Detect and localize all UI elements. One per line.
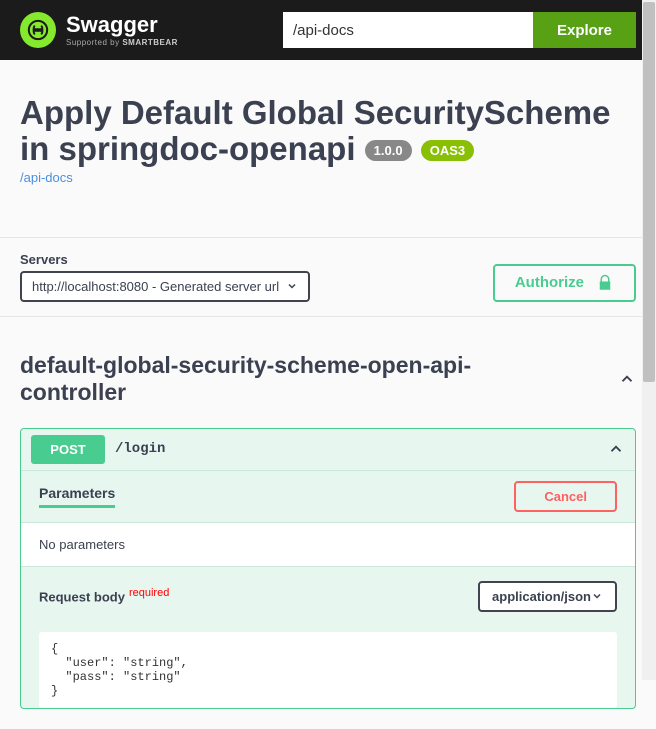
request-body-editor[interactable]: { "user": "string", "pass": "string" } bbox=[39, 632, 617, 708]
api-title-block: Apply Default Global SecurityScheme in s… bbox=[20, 95, 636, 187]
chevron-up-icon bbox=[607, 440, 625, 458]
method-badge: POST bbox=[31, 435, 105, 464]
scrollbar-track[interactable] bbox=[642, 0, 656, 680]
servers-label: Servers bbox=[20, 252, 310, 267]
explore-button[interactable]: Explore bbox=[533, 12, 636, 48]
request-body-heading: Request bodyrequired bbox=[39, 587, 169, 604]
tag-header[interactable]: default-global-security-scheme-open-api-… bbox=[20, 352, 636, 406]
brand-name: Swagger bbox=[66, 14, 178, 36]
operation-block: POST /login Parameters Cancel No paramet… bbox=[20, 428, 636, 709]
cancel-button[interactable]: Cancel bbox=[514, 481, 617, 512]
chevron-down-icon bbox=[286, 280, 298, 292]
version-badge: 1.0.0 bbox=[365, 140, 412, 161]
required-label: required bbox=[129, 587, 169, 599]
content-type-value: application/json bbox=[492, 589, 591, 604]
chevron-up-icon bbox=[618, 370, 636, 388]
server-selected-value: http://localhost:8080 - Generated server… bbox=[32, 279, 286, 294]
scrollbar-thumb[interactable] bbox=[643, 2, 655, 382]
brand: Swagger Supported by SMARTBEAR bbox=[20, 12, 283, 48]
operation-path: /login bbox=[115, 441, 607, 457]
no-parameters-text: No parameters bbox=[21, 522, 635, 566]
content-type-select[interactable]: application/json bbox=[478, 581, 617, 612]
parameters-heading: Parameters bbox=[39, 485, 115, 508]
authorize-button[interactable]: Authorize bbox=[493, 264, 636, 302]
chevron-down-icon bbox=[591, 590, 603, 602]
swagger-logo-icon bbox=[20, 12, 56, 48]
operation-header[interactable]: POST /login bbox=[21, 429, 635, 470]
api-docs-link[interactable]: /api-docs bbox=[20, 170, 73, 185]
page-title: Apply Default Global SecurityScheme in s… bbox=[20, 95, 636, 168]
spec-url-input[interactable] bbox=[283, 12, 533, 48]
tag-name: default-global-security-scheme-open-api-… bbox=[20, 352, 574, 406]
topbar: Swagger Supported by SMARTBEAR Explore bbox=[0, 0, 656, 60]
server-select[interactable]: http://localhost:8080 - Generated server… bbox=[20, 271, 310, 302]
lock-icon bbox=[596, 274, 614, 292]
oas-badge: OAS3 bbox=[421, 140, 474, 161]
brand-subtitle: Supported by SMARTBEAR bbox=[66, 38, 178, 47]
